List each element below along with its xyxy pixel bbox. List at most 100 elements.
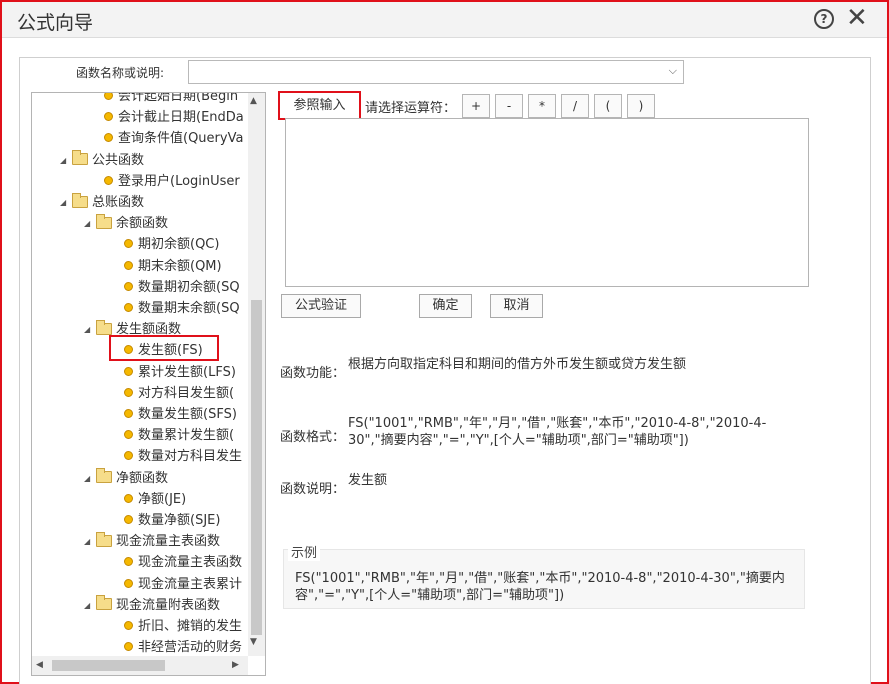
tree-function-row[interactable]: 会计截止日期(EndDa [104,107,244,128]
tree-horizontal-scroll-thumb[interactable] [52,660,165,671]
tree-expand-icon[interactable]: ◢ [60,192,72,213]
tree-function-row[interactable]: 非经营活动的财务 [124,637,242,656]
tree-item-label: 登录用户(LoginUser [118,173,240,189]
cancel-button[interactable]: 取消 [490,294,543,318]
folder-icon [72,192,88,208]
folder-icon [96,319,112,335]
tree-function-row[interactable]: 数量对方科目发生 [124,446,242,467]
function-dot-icon [124,239,133,249]
folder-icon [96,531,112,547]
tree-item-label: 数量期末余额(SQ [138,301,240,316]
function-dot-icon [124,451,133,461]
tree-item-label: 对方科目发生额( [138,385,235,401]
function-dot-icon [124,409,133,418]
ok-button[interactable]: 确定 [419,294,472,318]
scroll-left-icon[interactable]: ◀ [36,660,43,670]
tree-function-row[interactable]: 净额(JE) [124,489,186,510]
example-text: FS("1001","RMB","年","月","借","账套","本币","2… [295,571,785,603]
folder-icon [96,468,112,484]
operator-plus-button[interactable]: + [462,94,490,118]
tree-folder-row[interactable]: ◢ 净额函数 [84,468,168,489]
function-dot-icon [124,281,133,291]
function-description-value: 发生额 [348,473,388,488]
tree-item-label: 查询条件值(QueryVa [118,131,244,147]
function-dot-icon [104,112,113,122]
operator-divide-button[interactable]: / [561,94,589,118]
operator-label: 请选择运算符： [365,101,457,116]
folder-icon [72,150,88,166]
operator-left-paren-button[interactable]: ( [594,94,622,118]
tree-function-row[interactable]: 现金流量主表函数 [124,552,242,573]
tree-function-row[interactable]: 数量期初余额(SQ [124,277,240,298]
tree-folder-row[interactable]: ◢ 余额函数 [84,213,168,234]
tree-function-row[interactable]: 数量发生额(SFS) [124,404,237,425]
tree-function-row[interactable]: 数量期末余额(SQ [124,298,240,319]
scroll-right-icon[interactable]: ▶ [232,660,239,670]
folder-icon [96,213,112,229]
chevron-down-icon: ⌵ [668,64,677,77]
function-dot-icon [124,430,133,440]
folder-icon [96,595,112,611]
tree-expand-icon[interactable]: ◢ [60,150,72,171]
tree-function-row[interactable]: 期末余额(QM) [124,256,222,277]
tree-function-row[interactable]: 查询条件值(QueryVa [104,128,243,149]
function-dot-icon [124,515,133,524]
tree-function-row[interactable]: 对方科目发生额( [124,383,234,404]
function-purpose-value: 根据方向取指定科目和期间的借方外币发生额或贷方发生额 [348,357,687,372]
function-dot-icon [124,366,133,376]
function-dot-icon [104,175,113,185]
tree-function-row[interactable]: 累计发生额(LFS) [124,362,236,383]
function-dot-icon [124,493,133,503]
tree-expand-icon[interactable]: ◢ [84,531,96,552]
function-format-label: 函数格式： [280,430,346,445]
tree-function-row[interactable]: 登录用户(LoginUser [104,171,240,192]
scroll-up-icon[interactable]: ▲ [250,96,257,106]
tree-item-label: 净额(JE) [138,491,187,507]
function-name-select[interactable]: ⌵ [188,60,684,84]
formula-editor[interactable] [285,118,809,287]
tree-function-row[interactable]: 数量净额(SJE) [124,510,220,531]
help-icon[interactable]: ? [814,9,834,29]
function-dot-icon [124,621,133,630]
tree-function-row[interactable]: 折旧、摊销的发生 [124,616,242,637]
reference-input-button[interactable]: 参照输入 [278,91,361,120]
function-dot-icon [104,133,113,143]
tree-item-label: 现金流量主表函数 [116,534,221,550]
operator-multiply-button[interactable]: * [528,94,556,118]
function-description-label: 函数说明： [280,482,346,497]
verify-formula-button[interactable]: 公式验证 [281,294,361,318]
tree-expand-icon[interactable]: ◢ [84,319,96,340]
tree-item-label: 现金流量附表函数 [116,597,221,613]
tree-item-label: 数量对方科目发生 [138,449,243,465]
tree-item-label: 数量发生额(SFS) [138,407,237,422]
scroll-down-icon[interactable]: ▼ [250,637,257,647]
tree-item-label: 现金流量主表累计 [138,576,243,592]
tree-vertical-scroll-thumb[interactable] [251,300,262,635]
tree-folder-row[interactable]: ◢ 现金流量附表函数 [84,595,220,616]
operator-right-paren-button[interactable]: ) [627,94,655,118]
tree-function-row[interactable]: 数量累计发生额( [124,425,234,446]
dialog-title: 公式向导 [17,12,94,34]
tree-item-label: 期初余额(QC) [138,237,220,253]
tree-item-label: 余额函数 [116,216,169,232]
tree-item-label: 会计截止日期(EndDa [118,110,244,126]
tree-function-row[interactable]: 现金流量主表累计 [124,574,242,595]
operator-minus-button[interactable]: - [495,94,523,118]
tree-expand-icon[interactable]: ◢ [84,595,96,616]
function-format-value: FS("1001","RMB","年","月","借","账套","本币","2… [348,416,767,448]
close-icon[interactable]: ✕ [846,4,868,32]
example-legend: 示例 [288,542,321,561]
tree-expand-icon[interactable]: ◢ [84,468,96,489]
tree-item-label: 数量期初余额(SQ [138,279,240,295]
selection-highlight [109,335,219,361]
tree-folder-row[interactable]: ◢ 公共函数 [60,150,144,171]
tree-folder-row[interactable]: ◢ 总账函数 [60,192,144,213]
tree-item-label: 折旧、摊销的发生 [138,619,243,634]
tree-function-row[interactable]: 期初余额(QC) [124,234,219,255]
function-tree-rows: 会计起始日期(Begin 会计截止日期(EndDa 查询条件值(QueryVa ◢ 公共… [32,93,248,656]
function-dot-icon [124,642,133,652]
function-dot-icon [124,387,133,397]
tree-expand-icon[interactable]: ◢ [84,213,96,234]
tree-folder-row[interactable]: ◢ 现金流量主表函数 [84,531,220,552]
tree-item-label: 数量净额(SJE) [138,513,221,528]
